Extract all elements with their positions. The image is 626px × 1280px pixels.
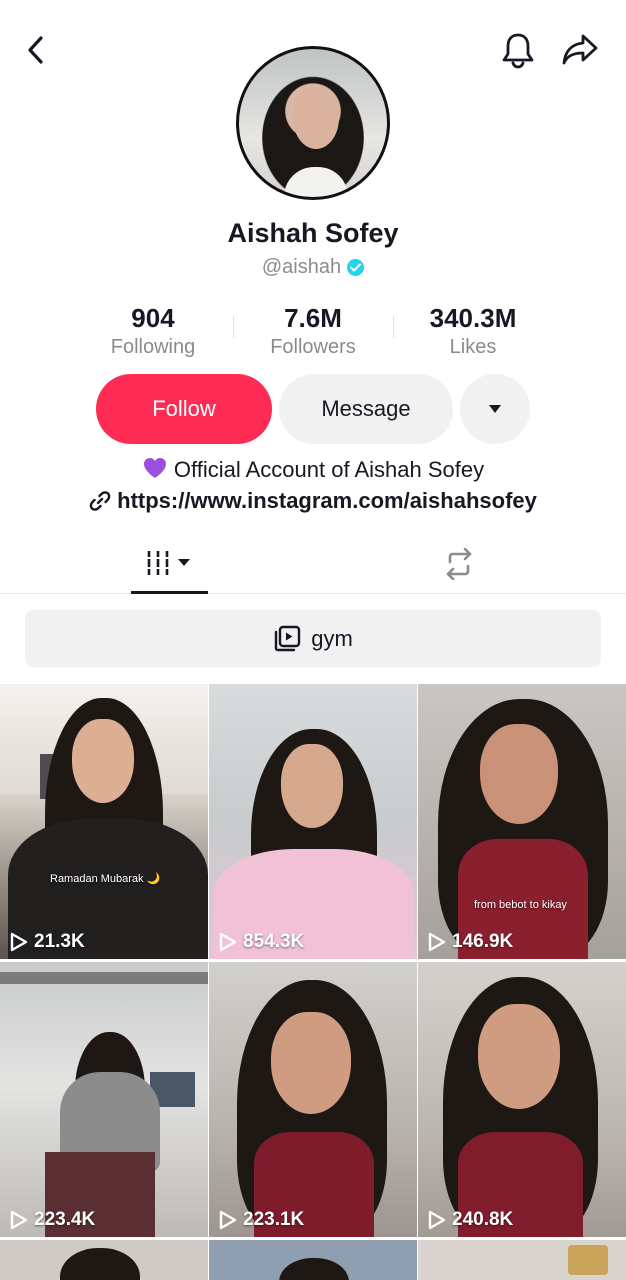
bell-icon [502, 33, 534, 69]
profile-handle: @aishah [261, 256, 342, 278]
tab-videos[interactable] [131, 534, 208, 594]
stat-label: Likes [449, 336, 497, 358]
profile-link-text: https://www.instagram.com/aishahsofey [117, 488, 537, 513]
video-thumbnail[interactable]: 223.1K [209, 962, 417, 1237]
stat-value: 904 [131, 303, 175, 333]
view-count-text: 223.4K [34, 1209, 96, 1230]
stat-label: Followers [270, 336, 356, 358]
video-thumbnail[interactable]: from bebot to kikay 146.9K [418, 684, 626, 959]
stat-value: 7.6M [284, 303, 342, 333]
video-caption: Ramadan Mubarak 🌙 [50, 873, 161, 885]
share-arrow-icon [562, 34, 598, 65]
video-thumbnail[interactable]: Ramadan Mubarak 🌙 21.3K [0, 684, 208, 959]
back-button[interactable] [16, 28, 56, 72]
video-view-count: 146.9K [428, 931, 513, 953]
video-thumbnail[interactable]: 854.3K [209, 684, 417, 959]
message-button[interactable]: Message [279, 374, 453, 444]
bio-text: Official Account of Aishah Sofey [173, 457, 485, 482]
video-caption: from bebot to kikay [474, 899, 567, 911]
view-count-text: 21.3K [34, 931, 85, 952]
caret-down-icon [489, 405, 501, 413]
video-thumbnail[interactable] [418, 1240, 626, 1280]
playlist-gym[interactable]: gym [25, 610, 601, 667]
profile-handle-row: @aishah [0, 256, 626, 279]
videos-grid-icon [144, 550, 190, 575]
view-count-text: 223.1K [243, 1209, 305, 1230]
video-thumbnail[interactable]: 240.8K [418, 962, 626, 1237]
verified-badge-icon [347, 259, 365, 276]
stat-likes[interactable]: 340.3M Likes [393, 302, 553, 360]
video-thumbnail[interactable] [0, 1240, 208, 1280]
stat-followers[interactable]: 7.6M Followers [233, 302, 393, 360]
profile-link[interactable]: https://www.instagram.com/aishahsofey [0, 488, 626, 514]
playlist-label: gym [311, 625, 353, 651]
tab-reposts[interactable] [420, 534, 497, 594]
play-icon [10, 1210, 28, 1230]
video-view-count: 21.3K [10, 931, 85, 953]
stat-following[interactable]: 904 Following [73, 302, 233, 360]
profile-stats: 904 Following 7.6M Followers 340.3M Like… [73, 302, 553, 360]
profile-tabs [0, 534, 626, 594]
play-icon [428, 932, 446, 952]
suggested-accounts-button[interactable] [460, 374, 530, 444]
profile-bio: Official Account of Aishah Sofey [0, 456, 626, 483]
chevron-left-icon [28, 36, 43, 64]
play-icon [428, 1210, 446, 1230]
video-view-count: 223.4K [10, 1209, 95, 1231]
play-icon [219, 932, 237, 952]
view-count-text: 240.8K [452, 1209, 514, 1230]
follow-button[interactable]: Follow [96, 374, 272, 444]
view-count-text: 146.9K [452, 931, 514, 952]
video-view-count: 240.8K [428, 1209, 513, 1231]
video-view-count: 854.3K [219, 931, 304, 953]
purple-heart-icon [143, 458, 166, 478]
video-thumbnail[interactable] [209, 1240, 417, 1280]
notification-bell-button[interactable] [496, 28, 540, 72]
view-count-text: 854.3K [243, 931, 305, 952]
video-thumbnail[interactable]: 223.4K [0, 962, 208, 1237]
play-icon [10, 932, 28, 952]
repost-icon [446, 548, 471, 580]
share-button[interactable] [558, 28, 602, 72]
playlist-icon [275, 625, 301, 651]
stat-label: Following [110, 336, 196, 358]
profile-avatar[interactable] [236, 46, 390, 200]
profile-display-name: Aishah Sofey [227, 218, 399, 248]
stat-value: 340.3M [429, 303, 517, 333]
play-icon [219, 1210, 237, 1230]
link-icon [89, 491, 111, 511]
video-view-count: 223.1K [219, 1209, 304, 1231]
